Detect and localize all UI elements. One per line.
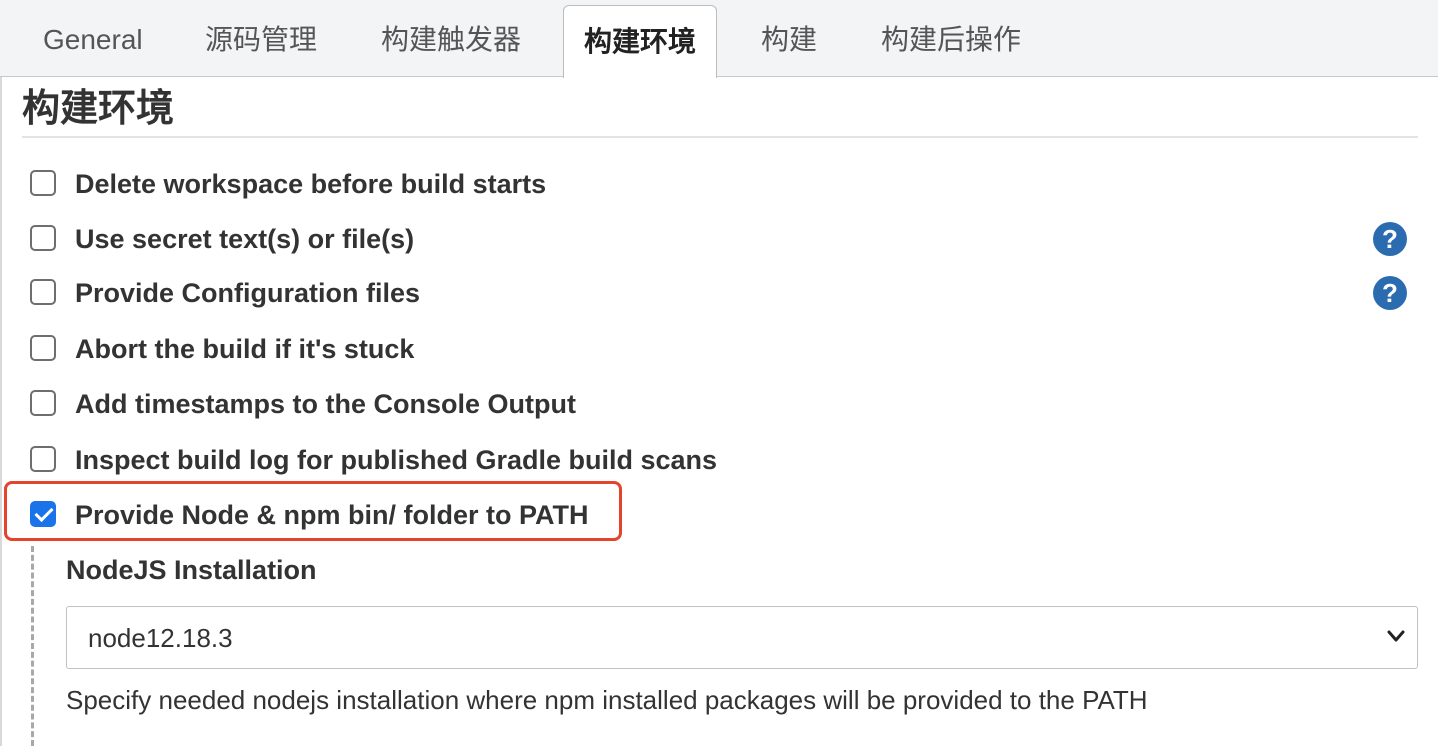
selected-value: node12.18.3 xyxy=(88,623,233,653)
nodejs-installation-label: NodeJS Installation xyxy=(66,555,317,585)
option-secret-text: Use secret text(s) or file(s) ? xyxy=(30,222,1420,256)
tab-post-build-actions[interactable]: 构建后操作 xyxy=(881,0,1021,77)
timestamps-checkbox[interactable] xyxy=(30,390,56,416)
secret-text-checkbox[interactable] xyxy=(30,225,56,251)
option-configuration-files: Provide Configuration files ? xyxy=(30,276,1420,310)
chevron-down-icon xyxy=(1387,630,1405,642)
nested-section-indicator xyxy=(31,546,34,746)
option-label[interactable]: Delete workspace before build starts xyxy=(75,167,546,201)
option-abort-stuck: Abort the build if it's stuck xyxy=(30,332,1420,366)
left-border xyxy=(0,77,2,746)
tab-general[interactable]: General xyxy=(43,0,143,77)
tab-build[interactable]: 构建 xyxy=(761,0,817,77)
option-gradle-build-scans: Inspect build log for published Gradle b… xyxy=(30,443,1420,477)
option-label[interactable]: Inspect build log for published Gradle b… xyxy=(75,443,717,477)
delete-workspace-checkbox[interactable] xyxy=(30,170,56,196)
help-icon[interactable]: ? xyxy=(1373,222,1407,256)
tab-build-environment[interactable]: 构建环境 xyxy=(563,5,717,78)
nodejs-installation-description: Specify needed nodejs installation where… xyxy=(66,685,1148,715)
abort-stuck-checkbox[interactable] xyxy=(30,335,56,361)
option-label[interactable]: Provide Configuration files xyxy=(75,276,420,310)
gradle-build-scans-checkbox[interactable] xyxy=(30,446,56,472)
help-icon[interactable]: ? xyxy=(1373,276,1407,310)
option-label[interactable]: Add timestamps to the Console Output xyxy=(75,387,576,421)
configuration-files-checkbox[interactable] xyxy=(30,279,56,305)
option-label[interactable]: Use secret text(s) or file(s) xyxy=(75,222,414,256)
tab-source-management[interactable]: 源码管理 xyxy=(205,0,317,77)
section-divider xyxy=(22,136,1418,138)
tab-build-triggers[interactable]: 构建触发器 xyxy=(381,0,521,77)
highlight-box xyxy=(4,481,622,541)
tab-bar: General 源码管理 构建触发器 构建环境 构建 构建后操作 xyxy=(0,0,1438,78)
section-title: 构建环境 xyxy=(22,88,175,130)
option-timestamps: Add timestamps to the Console Output xyxy=(30,387,1420,421)
nodejs-installation-select[interactable]: node12.18.3 xyxy=(66,606,1418,669)
option-delete-workspace: Delete workspace before build starts xyxy=(30,167,1420,201)
option-label[interactable]: Abort the build if it's stuck xyxy=(75,332,414,366)
